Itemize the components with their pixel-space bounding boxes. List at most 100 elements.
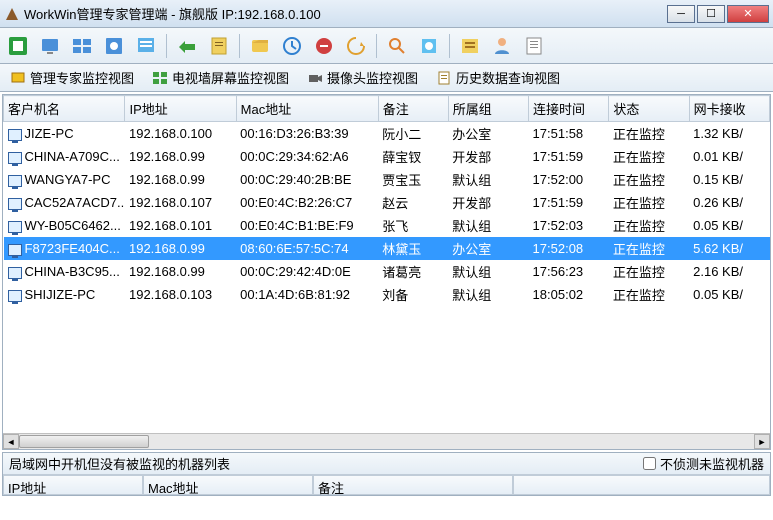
cell-time: 17:51:59 — [529, 191, 609, 214]
cell-ip: 192.168.0.107 — [125, 191, 236, 214]
cell-mac: 08:60:6E:57:5C:74 — [236, 237, 378, 260]
toolbar-btn-13[interactable] — [415, 32, 443, 60]
cell-status: 正在监控 — [609, 145, 689, 168]
cell-ip: 192.168.0.99 — [125, 260, 236, 283]
col-ip[interactable]: IP地址 — [125, 96, 236, 122]
toolbar-btn-3[interactable] — [68, 32, 96, 60]
no-detect-label: 不侦测未监视机器 — [660, 454, 764, 473]
toolbar-btn-6[interactable] — [173, 32, 201, 60]
table-row[interactable]: CAC52A7ACD7...192.168.0.10700:E0:4C:B2:2… — [4, 191, 770, 214]
close-button[interactable]: ✕ — [727, 5, 769, 23]
cell-ip: 192.168.0.99 — [125, 168, 236, 191]
wall-icon — [152, 70, 168, 86]
window-title: WorkWin管理专家管理端 - 旗舰版 IP:192.168.0.100 — [24, 4, 667, 23]
cell-ip: 192.168.0.101 — [125, 214, 236, 237]
toolbar-btn-8[interactable] — [246, 32, 274, 60]
cell-note: 薛宝钗 — [378, 145, 448, 168]
cell-name: JIZE-PC — [4, 122, 125, 146]
cell-mac: 00:E0:4C:B1:BE:F9 — [236, 214, 378, 237]
toolbar-separator — [449, 34, 450, 58]
computer-icon — [8, 290, 22, 302]
toolbar-btn-12[interactable] — [383, 32, 411, 60]
scroll-thumb[interactable] — [19, 435, 149, 448]
toolbar-separator — [239, 34, 240, 58]
cell-status: 正在监控 — [609, 122, 689, 146]
view-tabs: 管理专家监控视图 电视墙屏幕监控视图 摄像头监控视图 历史数据查询视图 — [0, 64, 773, 92]
view-wall[interactable]: 电视墙屏幕监控视图 — [148, 66, 293, 89]
toolbar-btn-2[interactable] — [36, 32, 64, 60]
toolbar-btn-11[interactable] — [342, 32, 370, 60]
toolbar-btn-14[interactable] — [456, 32, 484, 60]
cell-name: CHINA-B3C95... — [4, 260, 125, 283]
cell-net: 0.01 KB/ — [689, 145, 769, 168]
table-row[interactable]: SHIJIZE-PC192.168.0.10300:1A:4D:6B:81:92… — [4, 283, 770, 306]
view-camera-label: 摄像头监控视图 — [327, 68, 418, 87]
toolbar-btn-1[interactable] — [4, 32, 32, 60]
col-status[interactable]: 状态 — [609, 96, 689, 122]
computer-icon — [8, 129, 22, 141]
cell-note: 张飞 — [378, 214, 448, 237]
bottom-col-note[interactable]: 备注 — [313, 475, 513, 495]
bottom-col-empty — [513, 475, 770, 495]
table-row[interactable]: JIZE-PC192.168.0.10000:16:D3:26:B3:39阮小二… — [4, 122, 770, 146]
app-icon — [4, 6, 20, 22]
cell-name: WY-B05C6462... — [4, 214, 125, 237]
table-row[interactable]: WANGYA7-PC192.168.0.9900:0C:29:40:2B:BE贾… — [4, 168, 770, 191]
cell-group: 默认组 — [448, 283, 528, 306]
col-mac[interactable]: Mac地址 — [236, 96, 378, 122]
view-camera[interactable]: 摄像头监控视图 — [303, 66, 422, 89]
toolbar-btn-15[interactable] — [488, 32, 516, 60]
toolbar-separator — [376, 34, 377, 58]
view-monitor[interactable]: 管理专家监控视图 — [6, 66, 138, 89]
cell-time: 17:52:08 — [529, 237, 609, 260]
scroll-right-arrow[interactable]: ► — [754, 434, 770, 449]
bottom-col-ip[interactable]: IP地址 — [3, 475, 143, 495]
toolbar-btn-10[interactable] — [310, 32, 338, 60]
cell-status: 正在监控 — [609, 260, 689, 283]
cell-time: 17:51:59 — [529, 145, 609, 168]
table-row[interactable]: CHINA-B3C95...192.168.0.9900:0C:29:42:4D… — [4, 260, 770, 283]
bottom-col-mac[interactable]: Mac地址 — [143, 475, 313, 495]
no-detect-checkbox-input[interactable] — [643, 457, 656, 470]
computer-icon — [8, 198, 22, 210]
client-table-wrap: 客户机名 IP地址 Mac地址 备注 所属组 连接时间 状态 网卡接收 JIZE… — [2, 94, 771, 450]
minimize-button[interactable]: ─ — [667, 5, 695, 23]
col-net[interactable]: 网卡接收 — [689, 96, 769, 122]
maximize-button[interactable]: ☐ — [697, 5, 725, 23]
col-client-name[interactable]: 客户机名 — [4, 96, 125, 122]
cell-group: 开发部 — [448, 191, 528, 214]
cell-group: 开发部 — [448, 145, 528, 168]
cell-net: 1.32 KB/ — [689, 122, 769, 146]
bottom-panel: 局域网中开机但没有被监视的机器列表 不侦测未监视机器 IP地址 Mac地址 备注 — [2, 452, 771, 496]
titlebar: WorkWin管理专家管理端 - 旗舰版 IP:192.168.0.100 ─ … — [0, 0, 773, 28]
cell-ip: 192.168.0.99 — [125, 145, 236, 168]
toolbar-btn-4[interactable] — [100, 32, 128, 60]
cell-mac: 00:0C:29:34:62:A6 — [236, 145, 378, 168]
toolbar-btn-7[interactable] — [205, 32, 233, 60]
col-note[interactable]: 备注 — [378, 96, 448, 122]
table-row[interactable]: CHINA-A709C...192.168.0.9900:0C:29:34:62… — [4, 145, 770, 168]
col-time[interactable]: 连接时间 — [529, 96, 609, 122]
cell-ip: 192.168.0.100 — [125, 122, 236, 146]
client-table[interactable]: 客户机名 IP地址 Mac地址 备注 所属组 连接时间 状态 网卡接收 JIZE… — [3, 95, 770, 306]
cell-group: 默认组 — [448, 260, 528, 283]
cell-status: 正在监控 — [609, 191, 689, 214]
toolbar-btn-5[interactable] — [132, 32, 160, 60]
toolbar-btn-16[interactable] — [520, 32, 548, 60]
cell-note: 诸葛亮 — [378, 260, 448, 283]
cell-group: 默认组 — [448, 214, 528, 237]
cell-time: 17:52:00 — [529, 168, 609, 191]
bottom-panel-header: 局域网中开机但没有被监视的机器列表 不侦测未监视机器 — [3, 453, 770, 475]
toolbar-btn-9[interactable] — [278, 32, 306, 60]
table-header-row: 客户机名 IP地址 Mac地址 备注 所属组 连接时间 状态 网卡接收 — [4, 96, 770, 122]
scroll-left-arrow[interactable]: ◄ — [3, 434, 19, 449]
view-history[interactable]: 历史数据查询视图 — [432, 66, 564, 89]
monitor-icon — [10, 70, 26, 86]
no-detect-checkbox[interactable]: 不侦测未监视机器 — [643, 454, 764, 473]
horizontal-scrollbar[interactable]: ◄ ► — [3, 433, 770, 449]
col-group[interactable]: 所属组 — [448, 96, 528, 122]
cell-ip: 192.168.0.99 — [125, 237, 236, 260]
table-row[interactable]: WY-B05C6462...192.168.0.10100:E0:4C:B1:B… — [4, 214, 770, 237]
window-controls: ─ ☐ ✕ — [667, 5, 769, 23]
table-row[interactable]: F8723FE404C...192.168.0.9908:60:6E:57:5C… — [4, 237, 770, 260]
